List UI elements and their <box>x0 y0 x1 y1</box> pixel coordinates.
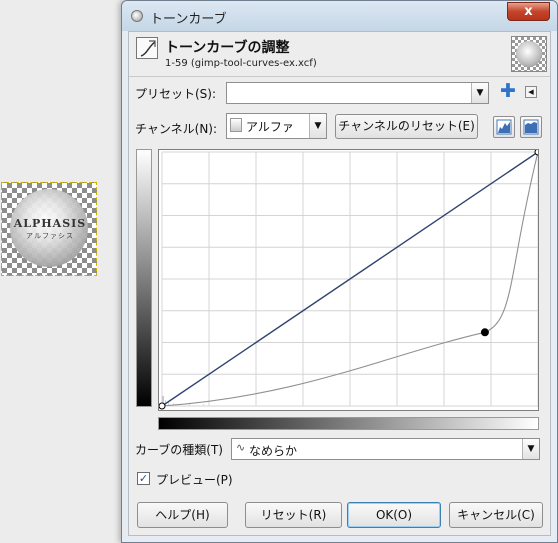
linear-histogram-icon[interactable] <box>493 116 515 138</box>
reset-button[interactable]: リセット(R) <box>245 502 342 528</box>
curve-type-value: なめらか <box>249 444 298 458</box>
add-preset-plus-icon[interactable]: ✚ <box>499 82 517 101</box>
curve-type-combo[interactable]: ∿ なめらか ▼ <box>231 438 540 460</box>
curve-type-label: カーブの種類(T) <box>135 443 223 457</box>
curve-type-dropdown-arrow-icon[interactable]: ▼ <box>522 439 539 459</box>
curve-control-point[interactable] <box>480 328 489 337</box>
curve-control-point[interactable] <box>159 402 166 410</box>
header-divider <box>129 76 550 77</box>
curves-dialog: トーンカーブ x トーンカーブの調整 1-59 (gimp-tool-curve… <box>121 0 558 543</box>
ok-button[interactable]: OK(O) <box>347 502 441 528</box>
image-name: 1-59 (gimp-tool-curves-ex.xcf) <box>165 58 317 69</box>
channel-label: チャンネル(N): <box>135 122 218 136</box>
layer-preview-icon <box>511 36 547 72</box>
preview-checkbox[interactable]: ✓ <box>137 472 150 485</box>
reset-channel-button[interactable]: チャンネルのリセット(E) <box>335 114 478 139</box>
title-bar[interactable]: トーンカーブ x <box>122 1 557 31</box>
dropdown-arrow-icon[interactable]: ▼ <box>471 83 488 103</box>
curve-control-point[interactable] <box>534 150 538 156</box>
window-title: トーンカーブ <box>150 12 227 27</box>
channel-dropdown-arrow-icon[interactable]: ▼ <box>309 114 326 138</box>
output-gradient-bar <box>136 149 152 407</box>
smooth-curve-icon: ∿ <box>236 441 246 454</box>
log-histogram-icon[interactable] <box>520 116 542 138</box>
dialog-heading: トーンカーブの調整 <box>165 40 290 56</box>
presets-combo[interactable]: ▼ <box>226 82 489 104</box>
preset-menu-icon[interactable]: ◀ <box>525 86 537 98</box>
dialog-body: トーンカーブの調整 1-59 (gimp-tool-curves-ex.xcf)… <box>128 31 551 536</box>
curves-tool-icon <box>136 37 158 59</box>
gimp-app-icon <box>131 10 143 22</box>
channel-alpha-icon <box>230 118 242 132</box>
help-button[interactable]: ヘルプ(H) <box>137 502 228 528</box>
logo-subtext: アルファシス <box>26 232 74 240</box>
canvas-image-thumbnail: ALPHASIS アルファシス <box>1 182 97 276</box>
input-gradient-bar <box>158 417 539 430</box>
cancel-button[interactable]: キャンセル(C) <box>449 502 543 528</box>
preview-label[interactable]: プレビュー(P) <box>156 471 233 488</box>
close-button[interactable]: x <box>507 2 550 21</box>
channel-value: アルファ <box>246 120 294 134</box>
presets-label: プリセット(S): <box>135 87 217 101</box>
curve-graph[interactable] <box>158 149 539 411</box>
logo-text: ALPHASIS <box>13 217 87 230</box>
channel-combo[interactable]: アルファ ▼ <box>226 113 327 139</box>
